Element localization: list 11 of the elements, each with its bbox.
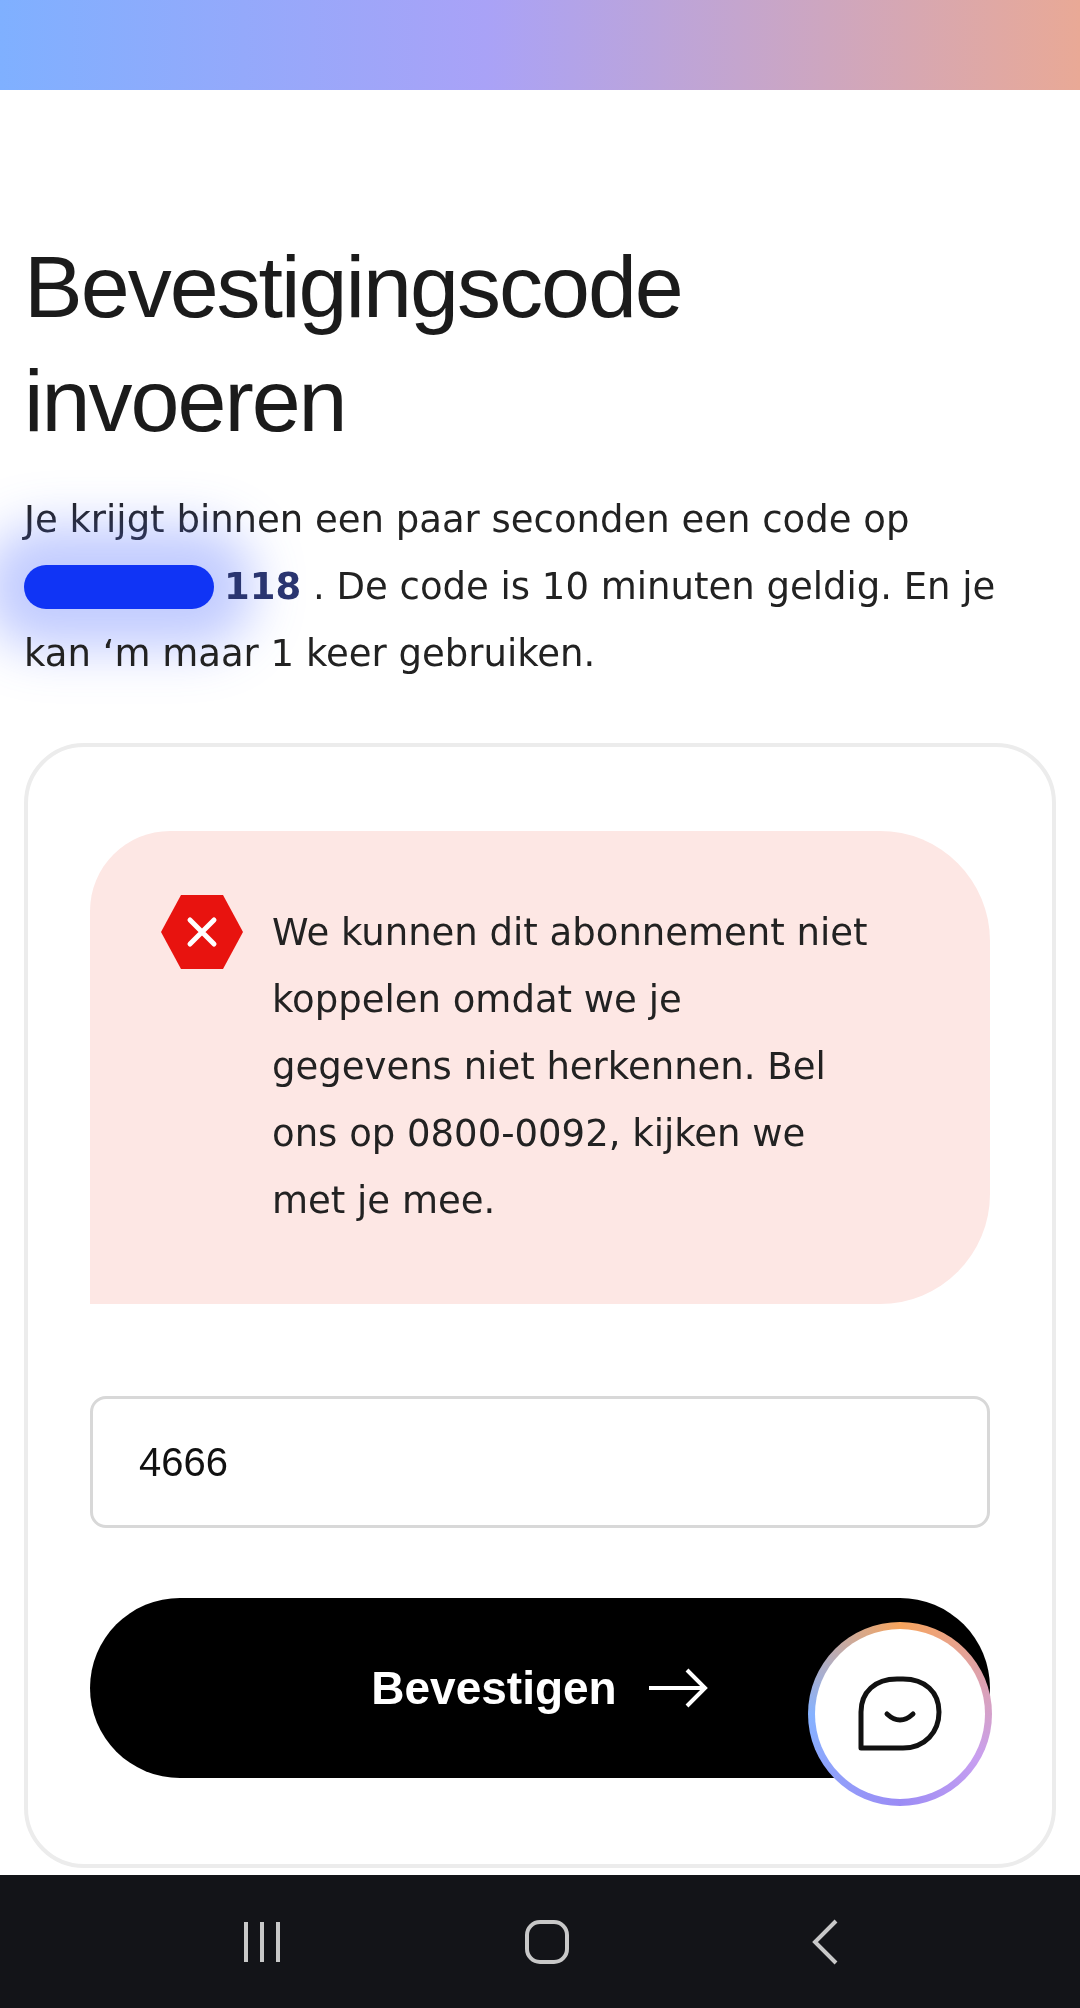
intro-text: kan ‘m maar 1 keer gebruiken.	[24, 631, 597, 677]
page-title: Bevestigingscode invoeren	[24, 236, 683, 452]
back-icon[interactable]	[810, 1917, 840, 1966]
intro-text: 118 . De code is 10 minuten geldig. En je	[224, 564, 996, 610]
chat-bubble-icon	[857, 1676, 943, 1752]
arrow-right-icon	[646, 1668, 709, 1708]
error-icon	[160, 893, 244, 971]
code-input[interactable]: 4666	[90, 1396, 990, 1528]
alert-message: We kunnen dit abonnement niet koppelen omdat we je gegevens niet herkennen. Bel ons op 0800-0092, kijken we met je mee.	[272, 910, 869, 1224]
intro-text: Je krijgt binnen een paar seconden een code op	[24, 497, 911, 543]
home-icon[interactable]	[524, 1918, 570, 1965]
